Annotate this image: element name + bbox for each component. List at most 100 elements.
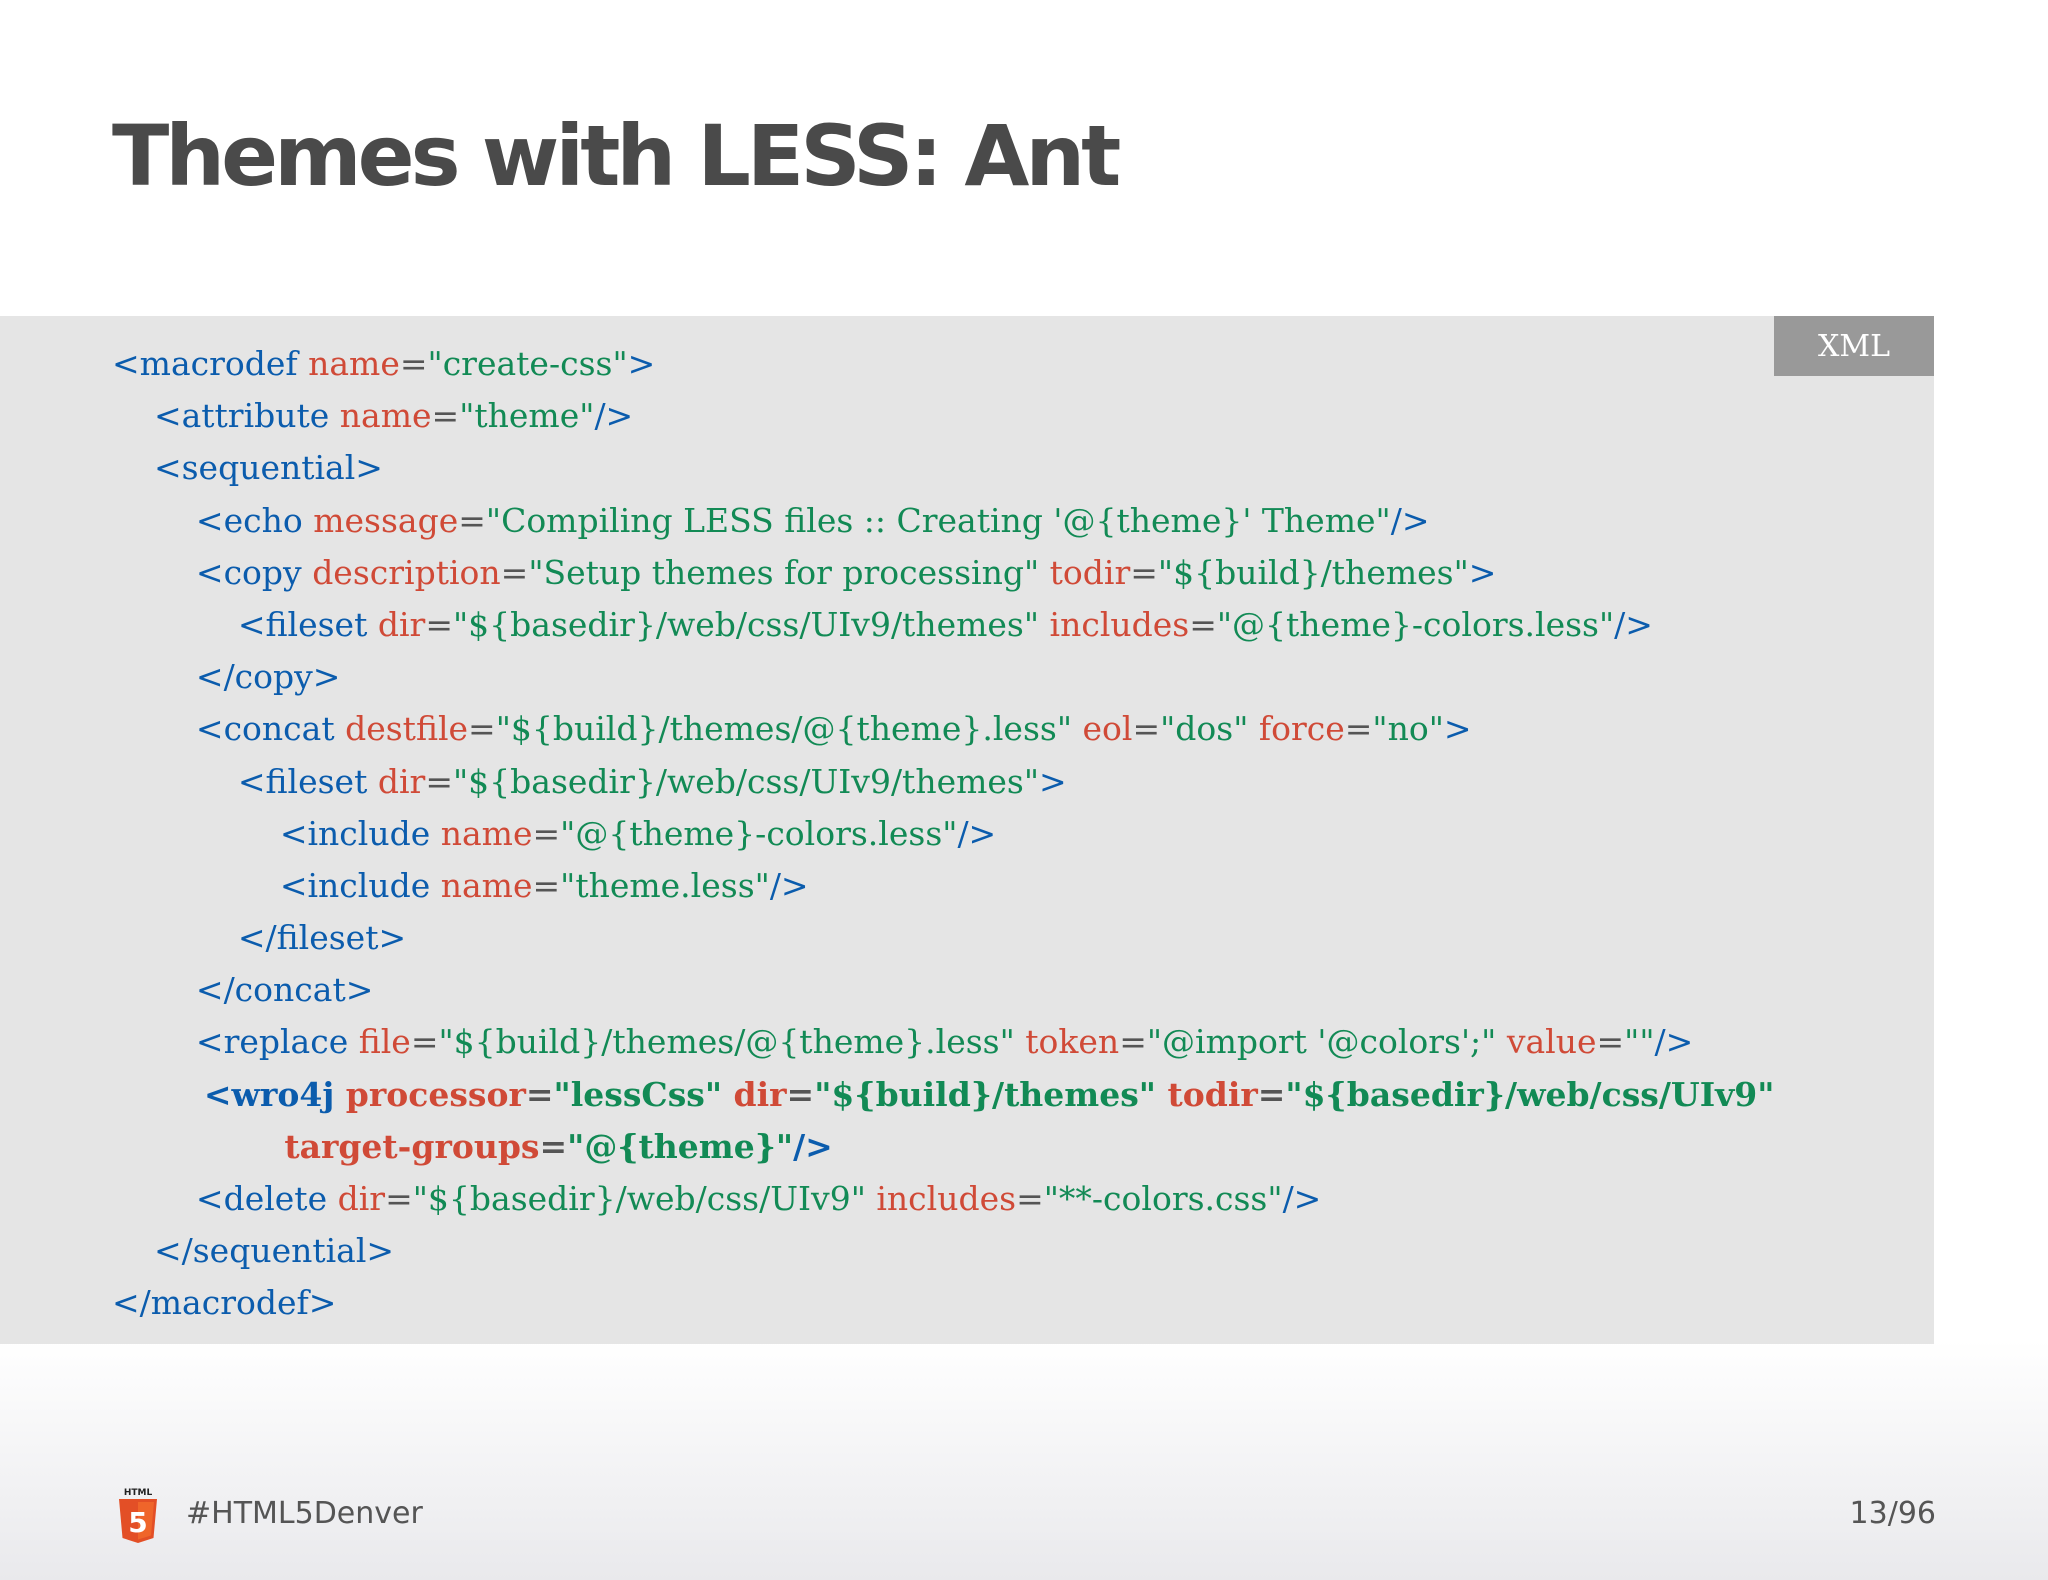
code-punctuation: = bbox=[1130, 552, 1158, 592]
code-attribute: name bbox=[440, 865, 533, 905]
code-value: "${basedir}/web/css/UIv9" bbox=[1285, 1074, 1775, 1114]
page-number: 13/96 bbox=[1849, 1496, 1936, 1531]
code-attribute: dir bbox=[377, 761, 426, 801]
code-punctuation: = bbox=[532, 813, 561, 853]
code-tag: /> bbox=[594, 396, 634, 436]
code-line: <macrodef name="create-css"> bbox=[112, 338, 1774, 390]
code-punctuation: = bbox=[1119, 1022, 1147, 1062]
code-line: <echo message="Compiling LESS files :: C… bbox=[112, 495, 1774, 547]
code-punctuation: = bbox=[1257, 1074, 1286, 1114]
code-tag: <fileset bbox=[112, 761, 378, 801]
code-tag: <attribute bbox=[112, 396, 340, 436]
code-punctuation: = bbox=[468, 709, 496, 749]
code-value: "" bbox=[1624, 1022, 1655, 1062]
code-tag: /> bbox=[793, 1126, 833, 1166]
code-tag: <echo bbox=[112, 500, 314, 540]
code-tag: > bbox=[1468, 552, 1497, 592]
code-value: "Setup themes for processing" bbox=[528, 552, 1050, 592]
code-line: <delete dir="${basedir}/web/css/UIv9" in… bbox=[112, 1173, 1774, 1225]
code-punctuation: = bbox=[399, 344, 428, 383]
code-punctuation: = bbox=[1016, 1179, 1044, 1218]
code-attribute: description bbox=[312, 552, 501, 592]
code-attribute: name bbox=[308, 344, 400, 383]
code-punctuation: = bbox=[1132, 709, 1161, 749]
code-punctuation: = bbox=[458, 500, 486, 540]
code-punctuation: = bbox=[385, 1179, 413, 1218]
code-value: "@{theme}-colors.less" bbox=[560, 813, 958, 853]
code-tag: <include bbox=[112, 813, 441, 853]
code-attribute: file bbox=[358, 1022, 411, 1062]
code-attribute: dir bbox=[733, 1074, 787, 1114]
code-tag: </fileset> bbox=[112, 918, 407, 958]
code-value: "**-colors.css" bbox=[1043, 1179, 1283, 1218]
code-line: <sequential> bbox=[112, 442, 1774, 494]
code-attribute: name bbox=[440, 813, 533, 853]
code-tag: <wro4j bbox=[112, 1074, 346, 1114]
code-attribute: destfile bbox=[345, 709, 469, 749]
code-line: <attribute name="theme"/> bbox=[112, 390, 1774, 442]
code-block: XML <macrodef name="create-css"> <attrib… bbox=[0, 316, 1934, 1344]
code-value: "@import '@colors';" bbox=[1146, 1022, 1507, 1062]
code-value: "${basedir}/web/css/UIv9/themes" bbox=[452, 604, 1050, 644]
code-tag: > bbox=[1039, 761, 1067, 801]
code-attribute: target-groups bbox=[284, 1126, 540, 1166]
code-attribute: todir bbox=[1049, 552, 1131, 592]
code-punctuation: = bbox=[410, 1022, 439, 1062]
code-value: "create-css" bbox=[427, 344, 628, 383]
code-line: target-groups="@{theme}"/> bbox=[112, 1121, 1774, 1173]
code-punctuation: = bbox=[431, 396, 460, 436]
slide: Themes with LESS: Ant XML <macrodef name… bbox=[0, 0, 2048, 1580]
code-value: "theme" bbox=[459, 396, 595, 436]
code-attribute: token bbox=[1025, 1022, 1120, 1062]
code-value: "@{theme}-colors.less" bbox=[1216, 604, 1615, 644]
code-attribute: force bbox=[1258, 709, 1345, 749]
code-value: "${build}/themes/@{theme}.less" bbox=[438, 1022, 1026, 1062]
code-tag: /> bbox=[1654, 1022, 1694, 1062]
slide-title: Themes with LESS: Ant bbox=[112, 107, 1121, 205]
code-language-badge: XML bbox=[1774, 316, 1934, 376]
code-value: "${build}/themes" bbox=[814, 1074, 1168, 1114]
code-tag: > bbox=[1443, 709, 1472, 749]
code-tag: <delete bbox=[112, 1179, 338, 1218]
code-tag: <copy bbox=[112, 552, 313, 592]
html5-logo-number: 5 bbox=[128, 1506, 147, 1539]
code-attribute: dir bbox=[377, 604, 426, 644]
code-line: <include name="theme.less"/> bbox=[112, 860, 1774, 912]
code-attribute: value bbox=[1506, 1022, 1597, 1062]
code-value: "${basedir}/web/css/UIv9" bbox=[412, 1179, 877, 1218]
code-value: "${build}/themes" bbox=[1157, 552, 1469, 592]
code-punctuation: = bbox=[539, 1126, 568, 1166]
code-value: "no" bbox=[1372, 709, 1444, 749]
code-punctuation: = bbox=[1596, 1022, 1625, 1062]
code-value: "Compiling LESS files :: Creating '@{the… bbox=[485, 500, 1391, 540]
code-punctuation: = bbox=[1344, 709, 1373, 749]
code-tag: <fileset bbox=[112, 604, 378, 644]
code-value: "lessCss" bbox=[553, 1074, 734, 1114]
code-attribute: dir bbox=[337, 1179, 386, 1218]
code-value: "${build}/themes/@{theme}.less" bbox=[495, 709, 1083, 749]
code-attribute: includes bbox=[1049, 604, 1190, 644]
code-line: <replace file="${build}/themes/@{theme}.… bbox=[112, 1016, 1774, 1068]
html5-logo-text: HTML bbox=[124, 1488, 153, 1498]
code-punctuation: = bbox=[425, 604, 453, 644]
code-value: "${basedir}/web/css/UIv9/themes" bbox=[452, 761, 1040, 801]
code-tag bbox=[112, 1127, 284, 1166]
code-value: "theme.less" bbox=[560, 865, 770, 905]
code-punctuation: = bbox=[425, 761, 453, 801]
code-tag: <sequential> bbox=[112, 448, 383, 488]
code-lines: <macrodef name="create-css"> <attribute … bbox=[112, 338, 1774, 1330]
code-value: "dos" bbox=[1160, 709, 1259, 749]
code-punctuation: = bbox=[500, 552, 529, 592]
code-line: </copy> bbox=[112, 651, 1774, 703]
code-tag: </copy> bbox=[112, 657, 341, 697]
code-attribute: message bbox=[313, 500, 459, 540]
html5-logo-icon: HTML 5 bbox=[119, 1488, 157, 1543]
code-attribute: name bbox=[339, 396, 432, 436]
code-value: "@{theme}" bbox=[567, 1126, 794, 1166]
code-tag: <replace bbox=[112, 1022, 359, 1062]
code-tag: </macrodef> bbox=[112, 1283, 337, 1323]
code-attribute: eol bbox=[1082, 709, 1133, 749]
code-attribute: includes bbox=[876, 1179, 1017, 1218]
footer-hashtag: #HTML5Denver bbox=[186, 1496, 423, 1531]
code-line: </macrodef> bbox=[112, 1277, 1774, 1329]
